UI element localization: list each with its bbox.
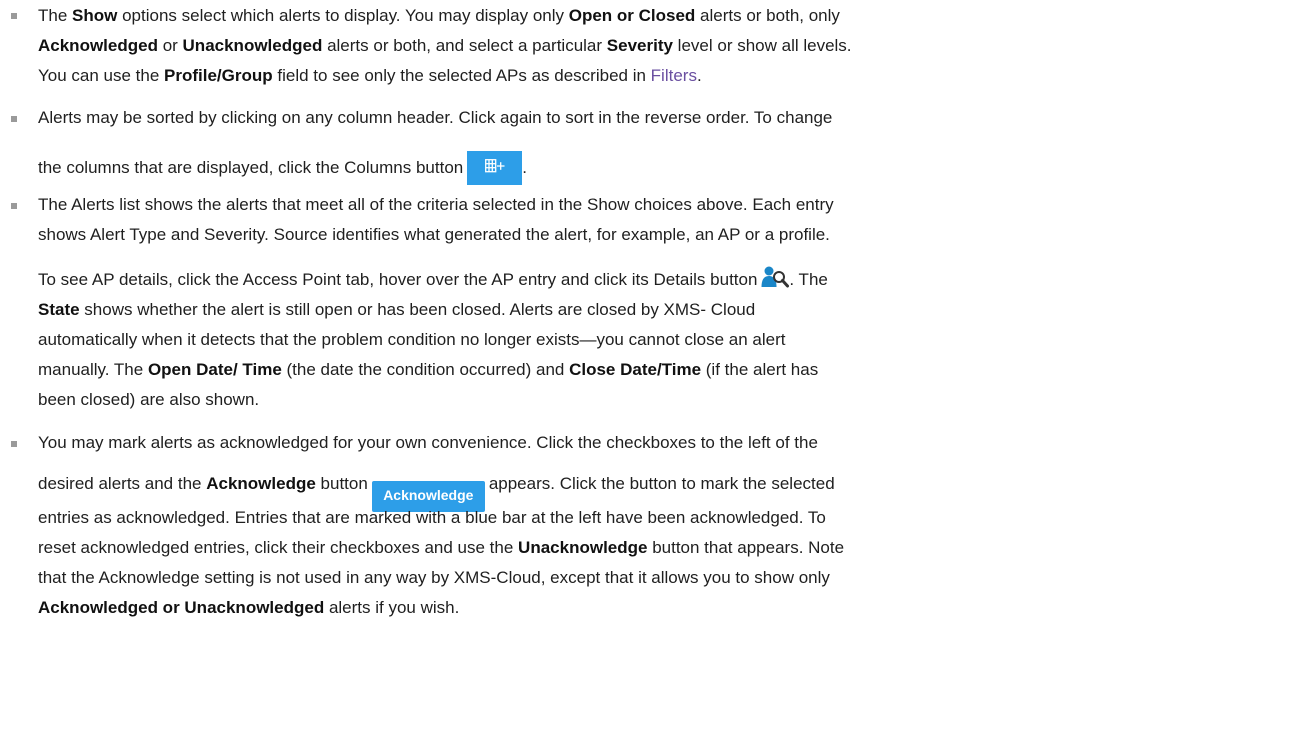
text-line: Acknowledged or Unacknowledged alerts if… [38,598,460,617]
columns-add-icon [467,151,523,185]
bullet-marker [11,441,17,447]
text-line: automatically when it detects that the p… [38,330,786,349]
text-line: entries as acknowledged. Entries that ar… [38,508,826,527]
text-line: desired alerts and the Acknowledge butto… [38,473,835,512]
text-line: State shows whether the alert is still o… [38,300,756,319]
bullet-marker [11,203,17,209]
text-line: been closed) are also shown. [38,390,260,409]
text-line: Acknowledged or Unacknowledged alerts or… [38,36,852,55]
text-line: You may mark alerts as acknowledged for … [38,433,818,452]
text-line: shows Alert Type and Severity. Source id… [38,225,830,244]
text-line: the columns that are displayed, click th… [38,151,527,185]
text-line: The Show options select which alerts to … [38,6,840,25]
text-line: To see AP details, click the Access Poin… [38,265,828,289]
bullet-marker [11,13,17,19]
text-line: You can use the Profile/Group field to s… [38,66,702,85]
text-line: that the Acknowledge setting is not used… [38,568,830,587]
text-line: reset acknowledged entries, click their … [38,538,845,557]
user-search-icon [761,265,790,289]
filters-link[interactable]: Filters [651,66,697,85]
text-line: Alerts may be sorted by clicking on any … [38,108,833,127]
text-line: The Alerts list shows the alerts that me… [38,195,834,214]
bullet-marker [11,116,17,122]
text-line: manually. The Open Date/ Time (the date … [38,360,819,379]
